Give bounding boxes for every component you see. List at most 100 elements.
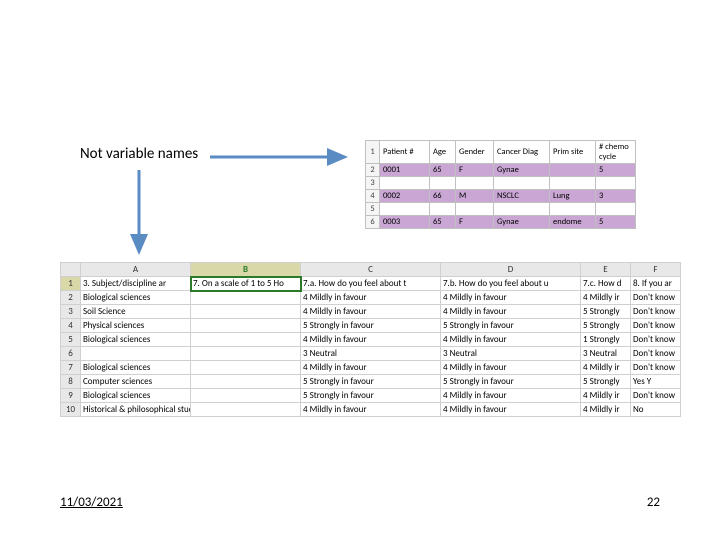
row-number: 1 bbox=[61, 277, 81, 291]
survey-spreadsheet: ABCDEF 13. Subject/discipline ar7. On a s… bbox=[60, 262, 681, 417]
cell: F bbox=[456, 164, 494, 177]
cell: Don't know bbox=[631, 347, 681, 361]
cell: 5 Strongly in favour bbox=[301, 375, 441, 389]
cell bbox=[191, 291, 301, 305]
cell bbox=[550, 203, 596, 216]
header-cell: 7.b. How do you feel about u bbox=[441, 277, 581, 291]
cell bbox=[81, 347, 191, 361]
row-number: 5 bbox=[61, 333, 81, 347]
header-cell: 3. Subject/discipline ar bbox=[81, 277, 191, 291]
cell: 4 Mildly ir bbox=[581, 403, 631, 417]
column-header: B bbox=[191, 263, 301, 277]
cell: Prim site bbox=[550, 141, 596, 164]
cell: 3 Neutral bbox=[441, 347, 581, 361]
column-header: F bbox=[631, 263, 681, 277]
cell bbox=[550, 164, 596, 177]
cell: Gynae bbox=[494, 216, 550, 229]
cell: 4 Mildly in favour bbox=[301, 403, 441, 417]
cell: 5 Strongly bbox=[581, 319, 631, 333]
cell: 5 Strongly in favour bbox=[301, 389, 441, 403]
cell: 5 bbox=[596, 164, 636, 177]
cell bbox=[191, 319, 301, 333]
footer-page-number: 22 bbox=[647, 495, 660, 510]
column-header bbox=[61, 263, 81, 277]
row-number: 10 bbox=[61, 403, 81, 417]
cell: 4 Mildly ir bbox=[581, 389, 631, 403]
cell: 5 Strongly bbox=[581, 375, 631, 389]
cell bbox=[430, 203, 456, 216]
column-header: D bbox=[441, 263, 581, 277]
cell bbox=[191, 375, 301, 389]
row-number: 2 bbox=[61, 291, 81, 305]
cell: Don't know bbox=[631, 333, 681, 347]
cell: 4 Mildly ir bbox=[581, 291, 631, 305]
cell bbox=[456, 203, 494, 216]
cell: Biological sciences bbox=[81, 389, 191, 403]
cell: 1 Strongly bbox=[581, 333, 631, 347]
cell: Don't know bbox=[631, 305, 681, 319]
cell: Biological sciences bbox=[81, 291, 191, 305]
cell: Cancer Diag bbox=[494, 141, 550, 164]
column-header: E bbox=[581, 263, 631, 277]
cell: Lung bbox=[550, 190, 596, 203]
cell bbox=[380, 177, 430, 190]
cell: 65 bbox=[430, 216, 456, 229]
cell: 0003 bbox=[380, 216, 430, 229]
cell: Yes Y bbox=[631, 375, 681, 389]
row-number: 7 bbox=[61, 361, 81, 375]
cell: Physical sciences bbox=[81, 319, 191, 333]
cell: 3 Neutral bbox=[581, 347, 631, 361]
cell: Biological sciences bbox=[81, 361, 191, 375]
cell: 4 Mildly in favour bbox=[301, 291, 441, 305]
cell: 4 Mildly in favour bbox=[441, 333, 581, 347]
cell: M bbox=[456, 190, 494, 203]
cell bbox=[191, 333, 301, 347]
cell: 5 Strongly in favour bbox=[441, 319, 581, 333]
row-number: 3 bbox=[366, 177, 380, 190]
row-number: 5 bbox=[366, 203, 380, 216]
cell: Age bbox=[430, 141, 456, 164]
cell: 5 bbox=[596, 216, 636, 229]
cell: 4 Mildly in favour bbox=[301, 333, 441, 347]
cell: endome bbox=[550, 216, 596, 229]
cell: Don't know bbox=[631, 389, 681, 403]
header-cell: 8. If you ar bbox=[631, 277, 681, 291]
cell: 5 Strongly bbox=[581, 305, 631, 319]
cell: NSCLC bbox=[494, 190, 550, 203]
cell: Don't know bbox=[631, 361, 681, 375]
cell: 0002 bbox=[380, 190, 430, 203]
arrow-down-icon bbox=[130, 170, 148, 260]
cell: 4 Mildly in favour bbox=[441, 389, 581, 403]
cell: Soil Science bbox=[81, 305, 191, 319]
header-cell: 7.c. How d bbox=[581, 277, 631, 291]
cell bbox=[494, 203, 550, 216]
row-number: 9 bbox=[61, 389, 81, 403]
cell: F bbox=[456, 216, 494, 229]
row-number: 4 bbox=[61, 319, 81, 333]
cell: # chemo cycle bbox=[596, 141, 636, 164]
cell: 5 Strongly in favour bbox=[301, 319, 441, 333]
column-header: C bbox=[301, 263, 441, 277]
cell: Gender bbox=[456, 141, 494, 164]
header-cell: 7. On a scale of 1 to 5 Ho bbox=[191, 277, 301, 291]
cell bbox=[191, 361, 301, 375]
cell bbox=[494, 177, 550, 190]
cell: 4 Mildly in favour bbox=[301, 305, 441, 319]
cell bbox=[430, 177, 456, 190]
row-number: 4 bbox=[366, 190, 380, 203]
cell: Computer sciences bbox=[81, 375, 191, 389]
cell: 5 Strongly in favour bbox=[441, 375, 581, 389]
cell bbox=[191, 305, 301, 319]
cell: 4 Mildly in favour bbox=[441, 291, 581, 305]
cell: 4 Mildly in favour bbox=[441, 305, 581, 319]
cell bbox=[191, 347, 301, 361]
cell: Gynae bbox=[494, 164, 550, 177]
cell bbox=[456, 177, 494, 190]
patient-spreadsheet: 1Patient #AgeGenderCancer DiagPrim site#… bbox=[365, 140, 636, 229]
row-number: 6 bbox=[366, 216, 380, 229]
row-number: 1 bbox=[366, 141, 380, 164]
column-header: A bbox=[81, 263, 191, 277]
cell: Historical & philosophical studies bbox=[81, 403, 191, 417]
cell: 0001 bbox=[380, 164, 430, 177]
cell: No bbox=[631, 403, 681, 417]
